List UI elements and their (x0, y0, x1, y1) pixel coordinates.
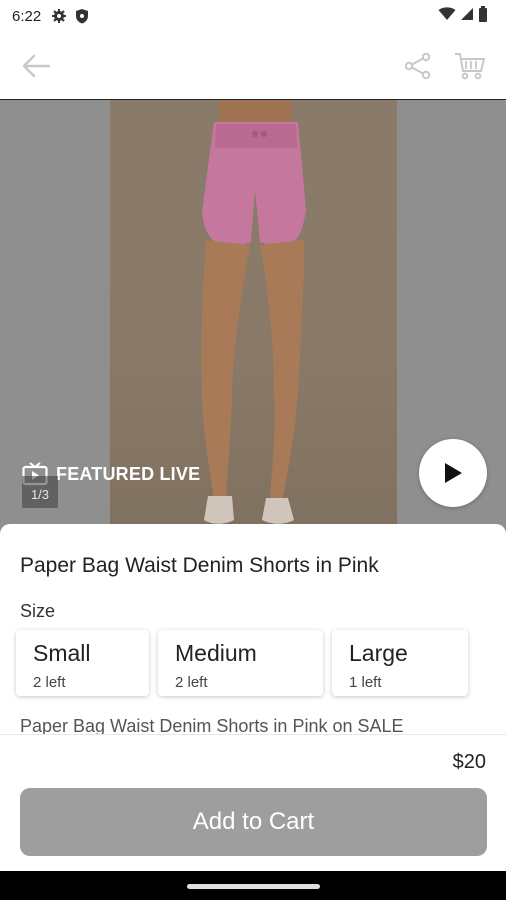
wifi-icon (438, 7, 456, 25)
share-button[interactable] (398, 46, 438, 86)
featured-live-label: FEATURED LIVE (56, 463, 201, 484)
product-detail-screen: 6:22 FEATURED LIVE 1/3 Paper Bag Waist D… (0, 0, 506, 900)
product-description: Paper Bag Waist Denim Shorts in Pink on … (20, 716, 404, 734)
product-image-carousel[interactable]: FEATURED LIVE 1/3 (0, 100, 506, 540)
size-option-small[interactable]: Small 2 left (16, 630, 149, 696)
back-button[interactable] (16, 46, 56, 86)
product-info-sheet: Paper Bag Waist Denim Shorts in Pink Siz… (0, 524, 506, 734)
size-stock: 2 left (33, 674, 66, 691)
size-option-medium[interactable]: Medium 2 left (158, 630, 323, 696)
size-option-large[interactable]: Large 1 left (332, 630, 468, 696)
add-to-cart-button[interactable]: Add to Cart (20, 788, 487, 856)
play-video-button[interactable] (419, 439, 487, 507)
status-time: 6:22 (12, 7, 42, 25)
size-name: Large (349, 640, 408, 666)
size-name: Medium (175, 640, 257, 666)
product-title: Paper Bag Waist Denim Shorts in Pink (20, 554, 379, 577)
system-nav-bar (0, 871, 506, 900)
signal-icon (460, 7, 474, 25)
size-stock: 1 left (349, 674, 382, 691)
play-icon (445, 463, 462, 483)
top-app-bar (0, 32, 506, 100)
size-label: Size (20, 601, 56, 621)
image-counter: 1/3 (22, 476, 58, 508)
arrow-left-icon (22, 54, 51, 77)
size-stock: 2 left (175, 674, 208, 691)
cart-icon (455, 52, 485, 79)
size-name: Small (33, 640, 91, 666)
cart-button[interactable] (450, 46, 490, 86)
status-bar: 6:22 (0, 0, 506, 32)
checkout-bar: $20 Add to Cart (0, 734, 506, 871)
price: $20 (452, 751, 486, 773)
battery-icon (478, 6, 488, 26)
share-icon (404, 52, 431, 79)
shield-icon (75, 8, 89, 24)
settings-icon (51, 8, 67, 24)
home-indicator[interactable] (187, 884, 320, 889)
